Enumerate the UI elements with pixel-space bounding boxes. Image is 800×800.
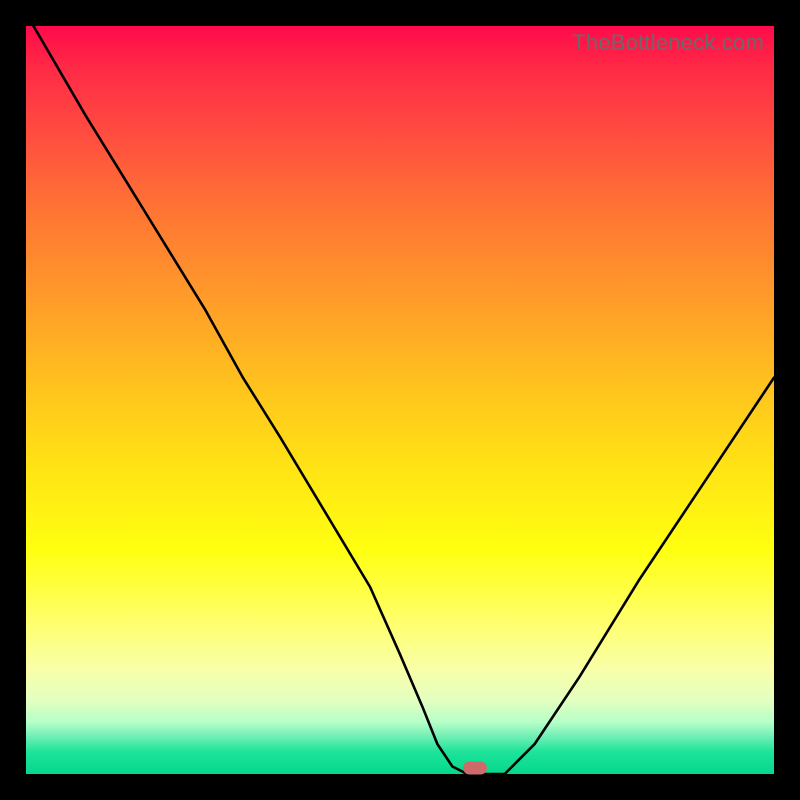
bottleneck-curve: [26, 26, 774, 774]
plot-area: TheBottleneck.com: [26, 26, 774, 774]
optimal-marker: [463, 762, 487, 775]
curve-path: [34, 26, 775, 774]
chart-frame: TheBottleneck.com: [0, 0, 800, 800]
